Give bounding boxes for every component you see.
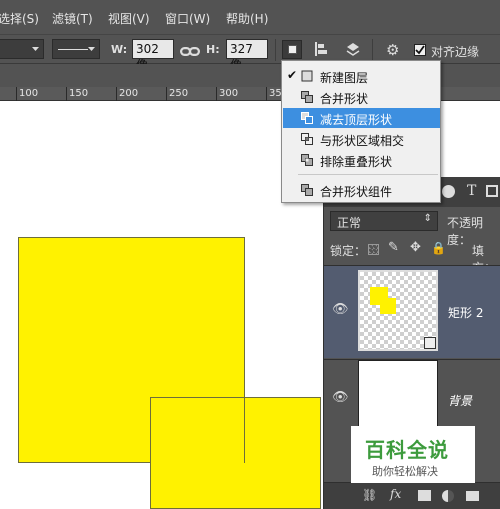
layer-name: 背景 (448, 394, 473, 408)
height-field[interactable]: 327 像 (226, 39, 268, 72)
link-layers-icon[interactable]: ⛓ (362, 488, 377, 502)
chevron-down-icon (32, 47, 39, 51)
exclude-overlap-icon (301, 154, 313, 166)
align-edges-checkbox[interactable] (414, 44, 426, 56)
add-mask-icon[interactable] (418, 490, 431, 501)
menu-item-label: 减去顶层形状 (320, 113, 393, 127)
link-chain-icon[interactable] (180, 42, 200, 61)
blend-mode-value: 正常 (337, 216, 362, 230)
lock-position-move-icon[interactable]: ✥ (410, 240, 421, 255)
type-filter-icon[interactable]: T (467, 183, 476, 199)
watermark-title: 百科全说 (365, 438, 449, 462)
height-label: H: (206, 43, 220, 56)
menu-item-label: 排除重叠形状 (320, 155, 393, 169)
menu-filter[interactable]: 滤镜(T) (52, 10, 93, 27)
align-edges-label: 对齐边缘 (431, 45, 480, 59)
layer-name: 矩形 2 (448, 306, 484, 320)
menu-item-new-layer[interactable]: ✔ 新建图层 (283, 66, 440, 86)
menu-bar: 选择(S) 滤镜(T) 视图(V) 窗口(W) 帮助(H) (0, 0, 500, 34)
ruler-label: 35 (269, 88, 282, 99)
lock-all-icon[interactable]: 🔒 (431, 241, 446, 255)
eye-icon[interactable]: 👁 (332, 390, 349, 405)
menu-separator (298, 174, 438, 175)
adjustment-layer-icon[interactable] (442, 490, 454, 502)
shape-filter-icon[interactable] (486, 185, 498, 197)
menu-item-subtract-front-shape[interactable]: 减去顶层形状 (283, 108, 440, 128)
layer-thumbnail (358, 270, 438, 351)
subtract-front-shape-icon (301, 112, 313, 124)
adjustment-filter-icon[interactable] (442, 185, 455, 198)
fx-icon[interactable]: fx (390, 487, 401, 501)
menu-item-label: 合并形状组件 (320, 185, 393, 199)
ruler-label: 100 (19, 88, 39, 99)
new-layer-icon (301, 70, 313, 82)
menu-item-intersect-shapes[interactable]: 与形状区域相交 (283, 129, 440, 149)
menu-help[interactable]: 帮助(H) (226, 10, 268, 27)
menu-item-merge-components[interactable]: 合并形状组件 (283, 180, 440, 200)
watermark-subtitle: 助你轻松解决 (372, 465, 438, 478)
path-operations-menu: ✔ 新建图层 合并形状 减去顶层形状 与形状区域相交 排除重叠形状 合并形状组件 (281, 60, 441, 203)
path-operations-button[interactable] (282, 40, 302, 59)
gear-icon[interactable]: ⚙ (386, 41, 399, 59)
lock-paint-brush-icon[interactable]: ✎ (388, 240, 399, 255)
path-outline (150, 397, 245, 398)
ruler-label: 300 (219, 88, 239, 99)
width-label: W: (111, 43, 128, 56)
stroke-width-dropdown[interactable] (0, 39, 44, 59)
checkmark-icon: ✔ (287, 68, 298, 82)
ruler-label: 250 (169, 88, 189, 99)
vector-mask-icon (424, 337, 436, 349)
path-alignment-icon[interactable] (312, 40, 332, 59)
checkmark-icon (415, 45, 425, 55)
lock-transparent-icon[interactable] (368, 244, 379, 255)
menu-item-label: 合并形状 (320, 92, 369, 106)
menu-select[interactable]: 选择(S) (0, 10, 39, 27)
menu-item-label: 与形状区域相交 (320, 134, 405, 148)
menu-window[interactable]: 窗口(W) (165, 10, 210, 27)
menu-item-combine-shapes[interactable]: 合并形状 (283, 87, 440, 107)
layer-row-shape[interactable]: 👁 矩形 2 (324, 265, 500, 358)
path-arrangement-icon[interactable] (343, 40, 363, 59)
updown-icon: ⇕ (423, 213, 432, 224)
square-icon (288, 45, 297, 54)
ruler-label: 150 (69, 88, 89, 99)
eye-icon[interactable]: 👁 (332, 302, 349, 317)
new-group-folder-icon[interactable] (466, 491, 479, 501)
menu-item-label: 新建图层 (320, 71, 369, 85)
watermark-logo: 百科全说 助你轻松解决 (351, 426, 475, 483)
stroke-type-dropdown[interactable] (52, 39, 100, 59)
intersect-shapes-icon (301, 133, 313, 145)
path-outline (244, 397, 245, 463)
menu-item-exclude-overlap[interactable]: 排除重叠形状 (283, 150, 440, 170)
blend-mode-select[interactable]: 正常 ⇕ (330, 211, 438, 231)
width-field[interactable]: 302 像 (132, 39, 174, 72)
lock-label: 锁定： (330, 244, 367, 258)
layers-footer: ⛓ fx (324, 482, 500, 509)
rectangle-shape-2[interactable] (150, 397, 321, 509)
merge-components-icon (301, 184, 313, 196)
menu-view[interactable]: 视图(V) (108, 10, 150, 27)
ruler-label: 200 (119, 88, 139, 99)
chevron-down-icon (88, 47, 95, 51)
combine-shapes-icon (301, 91, 313, 103)
